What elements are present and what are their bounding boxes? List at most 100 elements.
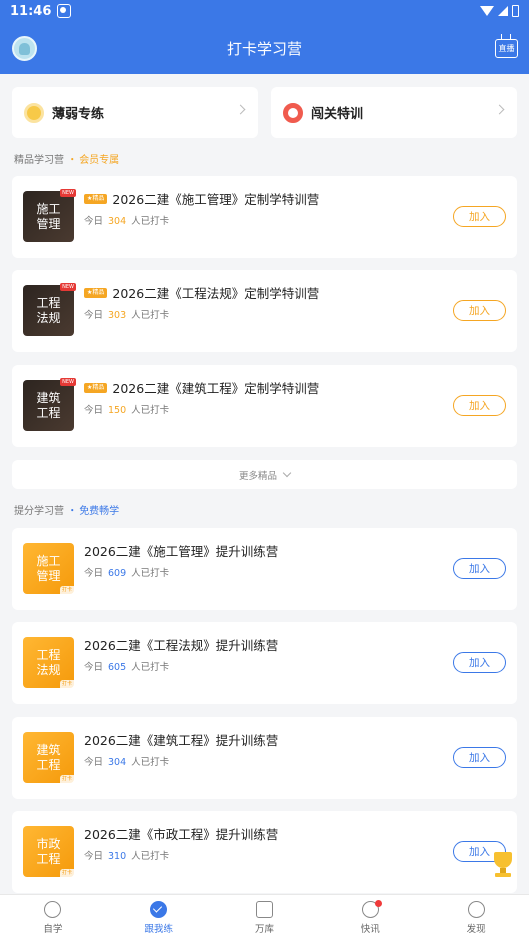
free-camp-card[interactable]: 建筑工程打卡 2026二建《建筑工程》提升训练营 今日 304 人已打卡 加入: [12, 717, 517, 799]
free-camp-card[interactable]: 施工管理 打卡 2026二建《施工管理》提升训练营 今日 609 人已打卡 加入: [12, 528, 517, 610]
trophy-icon[interactable]: [488, 850, 518, 880]
check-circle-icon: [150, 900, 168, 918]
camp-title: 2026二建《建筑工程》定制学特训营: [112, 381, 320, 396]
tab-label: 发现: [466, 923, 486, 935]
camp-thumbnail: 施工管理 打卡: [23, 543, 74, 594]
avatar[interactable]: [12, 36, 37, 61]
thumbnail-text: 施工管理: [36, 553, 61, 583]
section-separator: ・: [67, 155, 78, 166]
thumbnail-text: 施工管理: [36, 201, 61, 231]
signal-icon: [498, 6, 508, 16]
weak-practice-card[interactable]: 薄弱专练: [12, 87, 258, 138]
checkin-badge: 打卡: [59, 869, 74, 877]
premium-badge: ★精品: [84, 382, 108, 393]
checkin-suffix: 人已打卡: [131, 216, 170, 227]
join-button[interactable]: 加入: [453, 652, 506, 673]
camp-thumbnail: 建筑工程打卡: [23, 732, 74, 783]
live-tv-button[interactable]: 直播: [495, 39, 518, 58]
tab-discover[interactable]: 发现: [423, 895, 529, 940]
camp-title: 2026二建《建筑工程》提升训练营: [84, 733, 279, 748]
camp-thumbnail: 市政工程打卡: [23, 826, 74, 877]
level-challenge-card[interactable]: 闯关特训: [271, 87, 517, 138]
bottom-tab-bar: 自学 跟我练 万库 快讯 发现: [0, 894, 529, 940]
checkin-count: 今日 303 人已打卡: [84, 307, 169, 321]
camp-title-row: ★精品 2026二建《工程法规》定制学特训营: [84, 283, 319, 302]
checkin-number: 150: [108, 405, 127, 416]
checkin-prefix: 今日: [84, 568, 104, 579]
checkin-count: 今日 304 人已打卡: [84, 754, 169, 768]
chevron-right-icon: [494, 104, 505, 115]
thumbnail-text: 建筑工程: [36, 742, 61, 772]
more-premium-button[interactable]: 更多精品: [12, 460, 517, 489]
page-title: 打卡学习营: [226, 39, 302, 58]
checkin-number: 304: [108, 757, 127, 768]
tab-self-study[interactable]: 自学: [0, 895, 106, 940]
notification-dot: [374, 900, 382, 907]
free-camp-card[interactable]: 市政工程 打卡 2026二建《市政工程》提升训练营 今日 310 人已打卡 加入: [12, 811, 517, 893]
compass-icon: [467, 900, 485, 918]
premium-camp-card[interactable]: 工程法规 NEW ★精品 2026二建《工程法规》定制学特训营 今日 303 人已打卡 …: [12, 270, 517, 352]
checkin-number: 303: [108, 310, 127, 321]
camp-title: 2026二建《工程法规》定制学特训营: [112, 286, 320, 301]
premium-camp-card[interactable]: 施工管理 NEW ★精品 2026二建《施工管理》定制学特训营 今日 304 人已打卡 …: [12, 176, 517, 258]
target-icon: [283, 102, 303, 123]
app-header: 打卡学习营 直播: [0, 22, 529, 74]
join-button[interactable]: 加入: [453, 300, 506, 321]
live-label: 直播: [498, 44, 515, 53]
thumbnail-text: 市政工程: [36, 836, 61, 866]
app-notification-icon: [57, 4, 72, 18]
free-section-header: 提分学习营 ・免费畅学: [0, 489, 133, 523]
quick-entry-row: 薄弱专练 闯关特训: [0, 74, 529, 138]
join-button[interactable]: 加入: [453, 558, 506, 579]
tab-practice[interactable]: 跟我练: [106, 895, 212, 940]
checkin-count: 今日 304 人已打卡: [84, 213, 169, 227]
premium-camp-card[interactable]: 建筑工程 NEW ★精品 2026二建《建筑工程》定制学特训营 今日 150 人已打卡 …: [12, 365, 517, 447]
checkin-suffix: 人已打卡: [131, 851, 170, 862]
thumbnail-text: 工程法规: [36, 295, 61, 325]
join-button[interactable]: 加入: [453, 395, 506, 416]
thumbnail-text: 工程法规: [36, 647, 61, 677]
checkin-suffix: 人已打卡: [131, 757, 170, 768]
checkin-suffix: 人已打卡: [131, 405, 170, 416]
checkin-suffix: 人已打卡: [131, 662, 170, 673]
checkin-count: 今日 605 人已打卡: [84, 659, 169, 673]
camp-thumbnail: 施工管理 NEW: [23, 189, 76, 242]
checkin-prefix: 今日: [84, 757, 104, 768]
status-bar: 11:46: [0, 0, 529, 22]
avatar-face-icon: [19, 42, 30, 55]
document-icon: [255, 900, 273, 918]
tab-question-bank[interactable]: 万库: [212, 895, 318, 940]
new-badge: NEW: [60, 189, 76, 197]
camp-title: 2026二建《工程法规》提升训练营: [84, 638, 279, 653]
clock-icon: [44, 900, 62, 918]
camp-thumbnail: 建筑工程 NEW: [23, 378, 76, 431]
battery-icon: [512, 5, 519, 17]
wifi-icon: [480, 6, 494, 16]
join-button[interactable]: 加入: [453, 747, 506, 768]
checkin-badge: 打卡: [59, 775, 74, 783]
tab-news[interactable]: 快讯: [317, 895, 423, 940]
checkin-count: 今日 609 人已打卡: [84, 565, 169, 579]
chat-bubble-icon: [24, 102, 44, 123]
checkin-prefix: 今日: [84, 216, 104, 227]
tab-label: 快讯: [360, 923, 380, 935]
thumbnail-text: 建筑工程: [36, 390, 61, 420]
section-tag: 会员专属: [79, 155, 120, 166]
clock: 11:46: [10, 3, 52, 19]
premium-badge: ★精品: [84, 287, 108, 298]
checkin-prefix: 今日: [84, 851, 104, 862]
checkin-count: 今日 150 人已打卡: [84, 402, 169, 416]
section-title: 提分学习营: [14, 506, 64, 517]
checkin-prefix: 今日: [84, 310, 104, 321]
chevron-down-icon: [282, 468, 292, 477]
new-badge: NEW: [60, 283, 76, 291]
section-tag: 免费畅学: [79, 506, 120, 517]
section-separator: ・: [67, 506, 78, 517]
premium-section-header: 精品学习营 ・会员专属: [0, 138, 529, 172]
join-button[interactable]: 加入: [453, 206, 506, 227]
free-camp-card[interactable]: 工程法规打卡 2026二建《工程法规》提升训练营 今日 605 人已打卡 加入: [12, 622, 517, 704]
camp-title: 2026二建《施工管理》定制学特训营: [112, 192, 320, 207]
tab-label: 跟我练: [144, 923, 173, 935]
checkin-badge: 打卡: [59, 680, 74, 688]
tab-label: 自学: [43, 923, 63, 935]
